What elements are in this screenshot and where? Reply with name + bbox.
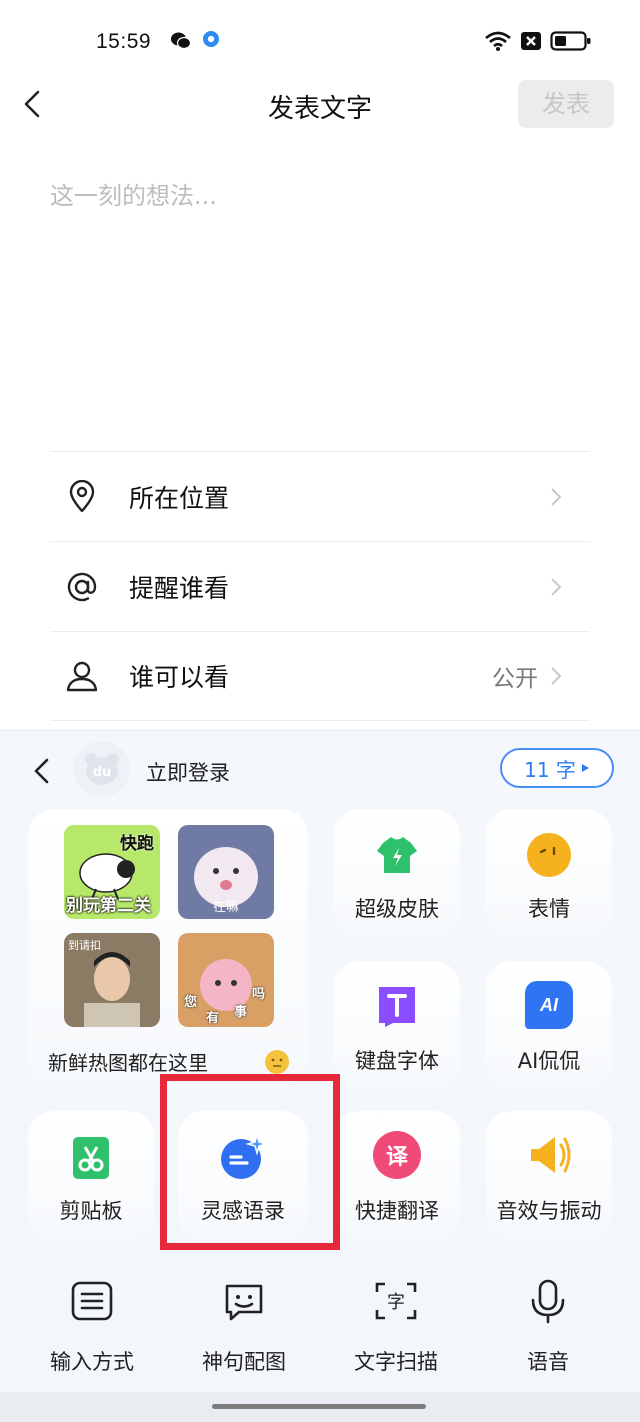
post-options-list: 所在位置 提醒谁看 谁可以看 公开 [50,451,590,721]
tile-label: 音效与振动 [496,1199,602,1223]
speaker-icon [531,1137,571,1173]
tshirt-icon [377,837,417,873]
keyboard-back-icon[interactable] [28,755,56,787]
microphone-icon [531,1279,565,1324]
sticker-man[interactable]: 到请扣 [64,933,160,1027]
tile-label: 表情 [528,897,570,921]
ai-icon: AI [525,981,573,1029]
battery-icon [550,31,591,51]
sticker-sheep[interactable]: 快跑 别玩第二关 [64,825,160,919]
tile-label: 快捷翻译 [355,1199,439,1223]
bottom-bar-label: 文字扫描 [354,1350,438,1374]
emoji-face-icon [527,833,571,877]
bottom-bar-label: 神句配图 [202,1350,286,1374]
text-scan-button[interactable]: 字 文字扫描 [320,1274,472,1384]
svg-text:du: du [93,765,112,780]
word-count-badge[interactable]: 11 字 [500,748,614,788]
inspiration-sparkle-icon [221,1133,267,1179]
option-label: 提醒谁看 [129,573,230,603]
person-icon [66,661,98,692]
sticker-caption-bottom: 别玩第二关 [66,896,151,916]
keyboard-icon [71,1281,113,1321]
header: 发表文字 发表 [0,72,640,138]
app-notification-icon [203,31,219,47]
option-visibility[interactable]: 谁可以看 公开 [50,631,590,721]
sticker-char: 吗 [252,987,266,1002]
rabbit-sticker-image [200,959,252,1011]
no-sim-icon [521,32,541,50]
keyboard-toolbar: du 立即登录 11 字 [0,731,640,811]
word-count-text: 11 字 [524,757,576,782]
chevron-right-icon [551,487,562,506]
wifi-icon [485,31,511,51]
tile-label: 超级皮肤 [355,897,439,921]
option-label: 所在位置 [129,483,230,513]
tile-emoji[interactable]: 表情 [486,809,612,939]
tile-label: AI侃侃 [517,1049,581,1073]
bottom-bar-label: 输入方式 [50,1350,134,1374]
tile-super-skin[interactable]: 超级皮肤 [334,809,460,939]
chevron-right-icon [551,667,562,685]
tile-clipboard[interactable]: 剪贴板 [28,1111,154,1241]
option-value: 公开 [492,666,538,692]
sticker-recommend-card[interactable]: 快跑 别玩第二关 在嘛 到请扣 您 有 事 吗 新鲜热图都在这里 [28,809,308,1085]
keyboard-bottom-bar: 输入方式 神句配图 字 文字扫描 语音 [0,1256,640,1396]
avatar[interactable]: du [74,741,130,797]
sticker-char: 您 [184,995,198,1010]
tile-sound-vibration[interactable]: 音效与振动 [486,1111,612,1241]
tile-label: 键盘字体 [355,1049,439,1073]
sticker-char: 有 [206,1011,220,1026]
location-icon [69,479,95,512]
tile-label: 灵感语录 [201,1199,285,1223]
tile-keyboard-font[interactable]: 键盘字体 [334,961,460,1091]
option-label: 谁可以看 [129,663,230,692]
wechat-icon [171,32,192,50]
tile-inspiration-quotes[interactable]: 灵感语录 [178,1111,308,1241]
post-text-input[interactable] [50,176,590,436]
tile-label: 剪贴板 [59,1199,123,1223]
clipboard-icon [73,1137,109,1179]
bottom-bar-label: 语音 [527,1350,569,1374]
sticker-char: 事 [234,1005,248,1020]
status-time: 15:59 [96,30,152,53]
font-t-icon [379,987,415,1027]
svg-text:字: 字 [387,1292,405,1313]
sticker-pink-rabbit[interactable]: 您 有 事 吗 [178,933,274,1027]
sticker-caption-bottom: 在嘛 [212,900,239,915]
voice-button[interactable]: 语音 [472,1274,624,1384]
sticker-caption-top: 到请扣 [68,939,101,952]
sticker-caption-top: 快跑 [120,834,154,854]
tile-quick-translate[interactable]: 译 快捷翻译 [334,1111,460,1241]
smile-chat-icon [225,1284,263,1321]
at-icon [67,572,97,601]
status-bar: 15:59 [0,0,640,80]
caption-image-button[interactable]: 神句配图 [168,1274,320,1384]
sticker-plush[interactable]: 在嘛 [178,825,274,919]
option-mention[interactable]: 提醒谁看 [50,541,590,631]
login-link[interactable]: 立即登录 [146,757,230,787]
input-method-button[interactable]: 输入方式 [16,1274,168,1384]
baidu-bear-icon: du [85,753,119,785]
translate-icon: 译 [373,1131,421,1179]
tile-ai-chat[interactable]: AI AI侃侃 [486,961,612,1091]
text-scan-icon: 字 [375,1282,417,1320]
sticker-card-label: 新鲜热图都在这里 [48,1051,208,1075]
option-location[interactable]: 所在位置 [50,451,590,541]
chevron-right-icon [551,577,562,596]
home-indicator[interactable] [212,1404,426,1409]
play-triangle-icon [581,764,589,772]
neutral-face-icon [265,1050,289,1074]
publish-button[interactable]: 发表 [518,80,614,128]
